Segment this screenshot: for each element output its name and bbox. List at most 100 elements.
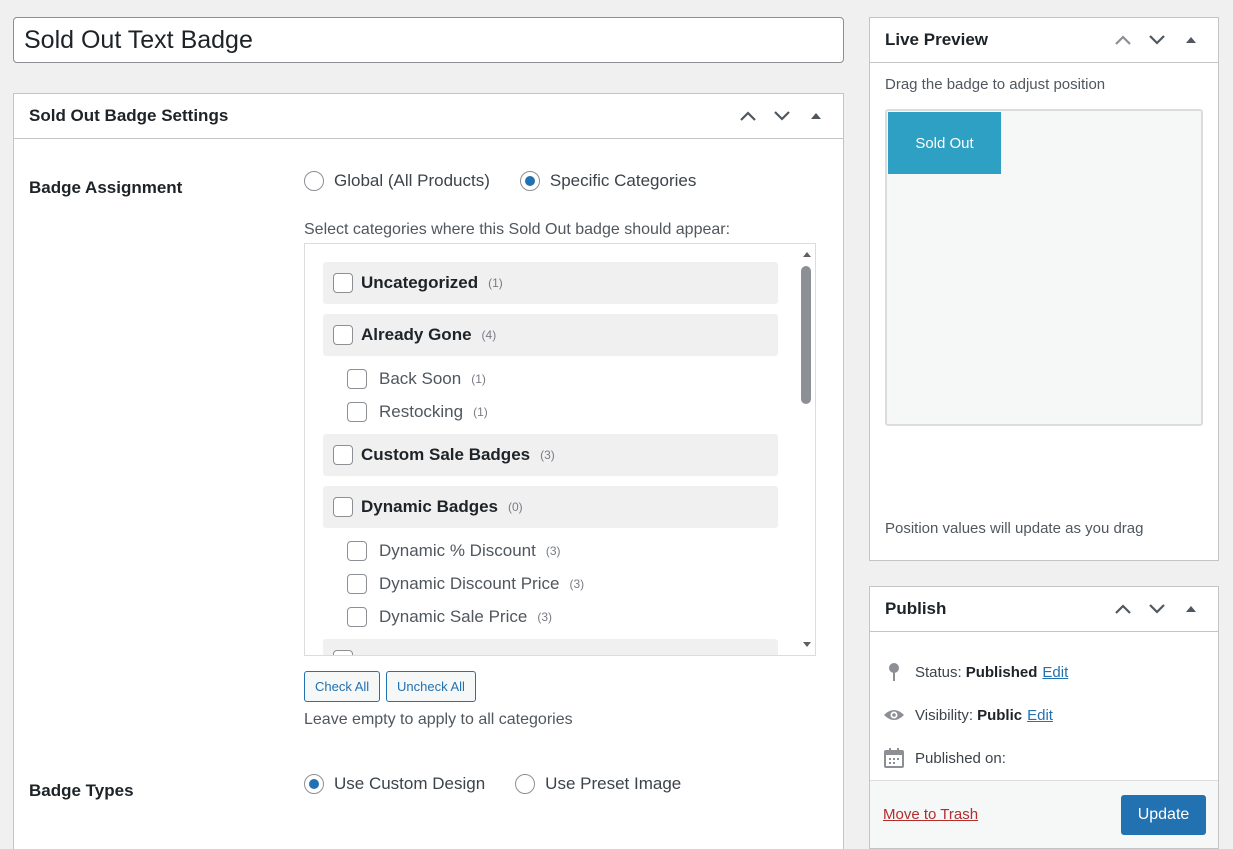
category-count: (3) (545, 543, 561, 558)
category-count: (1) (473, 404, 488, 419)
edit-status-link[interactable]: Edit (1042, 664, 1068, 681)
badge-settings-box: Sold Out Badge Settings Badge Assignment… (13, 93, 844, 849)
category-count: (3) (537, 609, 552, 624)
preview-canvas: Sold Out (885, 109, 1203, 426)
collapse-toggle-icon[interactable] (1179, 28, 1203, 52)
category-checkbox[interactable] (347, 401, 367, 422)
radio-global-label: Global (All Products) (334, 171, 490, 190)
radio-custom-design-label: Use Custom Design (334, 774, 486, 793)
update-button[interactable]: Update (1121, 795, 1206, 835)
category-name: Already Gone (361, 325, 472, 344)
category-custom-sale-badges: Custom Sale Badges (3) (323, 434, 778, 476)
category-checkbox[interactable] (347, 573, 367, 594)
publish-actions: Move to Trash Update (870, 780, 1218, 848)
scroll-down-arrow-icon[interactable] (803, 642, 811, 647)
category-checkbox[interactable] (347, 540, 367, 561)
radio-custom-design[interactable]: Use Custom Design (304, 774, 485, 794)
calendar-icon (883, 747, 905, 769)
category-restocking: Restocking (1) (323, 395, 778, 428)
status-label: Status: (915, 663, 962, 681)
category-checkbox[interactable] (333, 273, 353, 293)
published-on-label: Published on: (915, 749, 1006, 767)
category-name: Restocking (379, 401, 464, 421)
badge-types-label: Badge Types (29, 781, 134, 800)
publish-box-header: Publish (870, 587, 1218, 632)
category-name: Uncategorized (361, 273, 479, 292)
badge-assignment-label: Badge Assignment (29, 178, 183, 197)
check-all-button[interactable]: Check All (304, 671, 381, 702)
post-title-input[interactable]: Sold Out Text Badge (13, 17, 844, 63)
scroll-thumb[interactable] (801, 266, 811, 404)
subcategory-group: Dynamic % Discount (3) Dynamic Discount … (323, 534, 778, 633)
visibility-label: Visibility: (915, 706, 974, 724)
radio-custom-design-control[interactable] (304, 774, 324, 794)
move-down-icon[interactable] (1145, 28, 1169, 52)
category-list: Uncategorized (1) Already Gone (4) Back … (323, 262, 778, 655)
collapse-toggle-icon[interactable] (1179, 597, 1203, 621)
visibility-row: Visibility: Public Edit (883, 704, 1053, 726)
scroll-up-arrow-icon[interactable] (803, 252, 811, 257)
category-already-gone: Already Gone (4) (323, 314, 778, 356)
publish-box-handles (1111, 597, 1203, 621)
badge-assignment-radios: Global (All Products) Specific Categorie… (304, 171, 726, 191)
publish-box-title: Publish (885, 599, 947, 618)
status-row: Status: Published Edit (883, 661, 1068, 683)
radio-global-control[interactable] (304, 171, 324, 191)
category-checkbox[interactable] (333, 325, 353, 345)
category-dynamic-sale-price: Dynamic Sale Price (3) (323, 600, 778, 633)
radio-preset-image-label: Use Preset Image (545, 774, 682, 793)
settings-box-title: Sold Out Badge Settings (29, 106, 229, 125)
edit-visibility-link[interactable]: Edit (1027, 707, 1053, 724)
move-up-icon[interactable] (736, 104, 760, 128)
category-count: (3) (540, 448, 555, 462)
radio-specific-control[interactable] (519, 171, 540, 191)
category-checkbox[interactable] (347, 368, 367, 389)
category-partially-hidden (323, 639, 778, 655)
collapse-toggle-icon[interactable] (804, 104, 828, 128)
category-name: Dynamic % Discount (379, 540, 536, 560)
move-to-trash-link[interactable]: Move to Trash (883, 806, 978, 823)
publish-box: Publish Status: Published Edit Visibilit… (869, 586, 1219, 849)
category-dynamic-badges: Dynamic Badges (0) (323, 486, 778, 528)
category-checkbox[interactable] (333, 650, 353, 655)
categories-help-text: Select categories where this Sold Out ba… (304, 221, 731, 238)
checklist-scrollbar[interactable] (798, 244, 815, 655)
visibility-value: Public (977, 706, 1023, 724)
category-name: Dynamic Discount Price (379, 573, 560, 593)
category-back-soon: Back Soon (1) (323, 362, 778, 395)
status-value: Published (965, 663, 1038, 681)
move-down-icon[interactable] (1145, 597, 1169, 621)
badge-types-radios: Use Custom Design Use Preset Image (304, 774, 711, 794)
settings-box-header: Sold Out Badge Settings (14, 94, 843, 139)
category-checklist[interactable]: Uncategorized (1) Already Gone (4) Back … (304, 243, 816, 656)
move-up-icon[interactable] (1111, 28, 1135, 52)
category-checkbox[interactable] (333, 445, 353, 465)
category-uncategorized: Uncategorized (1) (323, 262, 778, 304)
position-hint: Position values will update as you drag (885, 520, 1144, 537)
category-checkbox[interactable] (333, 497, 353, 517)
radio-preset-image-control[interactable] (515, 774, 536, 794)
category-count: (4) (481, 328, 497, 342)
radio-specific-categories[interactable]: Specific Categories (519, 171, 697, 191)
category-name: Dynamic Badges (361, 497, 498, 516)
empty-categories-help: Leave empty to apply to all categories (304, 711, 573, 728)
category-name: Back Soon (379, 368, 462, 388)
category-dynamic-discount-price: Dynamic Discount Price (3) (323, 567, 778, 600)
uncheck-all-button[interactable]: Uncheck All (386, 671, 476, 702)
move-up-icon[interactable] (1111, 597, 1135, 621)
category-count: (1) (471, 371, 486, 386)
category-dynamic-percent-discount: Dynamic % Discount (3) (323, 534, 778, 567)
category-count: (3) (569, 576, 585, 591)
eye-icon (883, 704, 905, 726)
sold-out-badge-preview[interactable]: Sold Out (888, 112, 1001, 174)
radio-preset-image[interactable]: Use Preset Image (515, 774, 681, 794)
published-on-row: Published on: (883, 747, 1006, 769)
drag-hint: Drag the badge to adjust position (885, 76, 1106, 93)
move-down-icon[interactable] (770, 104, 794, 128)
live-preview-box: Live Preview Drag the badge to adjust po… (869, 17, 1219, 561)
radio-global[interactable]: Global (All Products) (304, 171, 490, 191)
subcategory-group: Back Soon (1) Restocking (1) (323, 362, 778, 428)
radio-specific-label: Specific Categories (549, 171, 697, 190)
settings-box-handles (736, 104, 828, 128)
category-checkbox[interactable] (347, 606, 367, 627)
